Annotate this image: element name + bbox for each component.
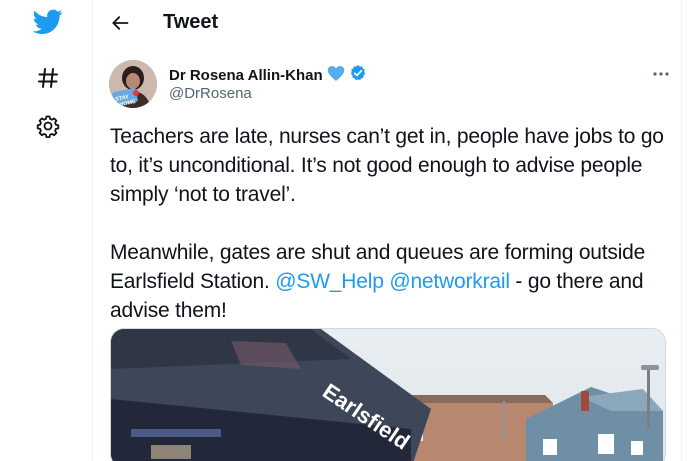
page-header: Tweet (93, 0, 683, 46)
gear-icon[interactable] (30, 108, 66, 144)
verified-badge-icon (349, 64, 367, 87)
left-navigation (0, 0, 92, 461)
tweet-text: Teachers are late, nurses can’t get in, … (110, 122, 678, 325)
hashtag-icon[interactable] (30, 60, 66, 96)
twitter-logo-icon[interactable] (30, 4, 66, 40)
tweet-column: Tweet STAY HOME Dr Rosena Allin-Khan @Dr… (92, 0, 682, 461)
back-button[interactable] (103, 6, 137, 40)
blue-heart-icon (327, 65, 345, 87)
name-row: Dr Rosena Allin-Khan (169, 64, 367, 87)
more-dots-icon (653, 72, 669, 76)
tweet-author: STAY HOME Dr Rosena Allin-Khan @DrRosena (109, 60, 669, 112)
page-title: Tweet (163, 11, 219, 33)
display-name[interactable]: Dr Rosena Allin-Khan (169, 67, 323, 84)
mention-link[interactable]: @networkrail (389, 270, 510, 293)
tweet-text-body: Teachers are late, nurses can’t get in, … (110, 125, 664, 293)
tweet-photo[interactable]: Earlsfield (110, 328, 666, 461)
more-options-button[interactable] (649, 62, 673, 86)
mention-link[interactable]: @SW_Help (275, 270, 384, 293)
arrow-left-icon (112, 16, 129, 30)
user-handle[interactable]: @DrRosena (169, 85, 252, 102)
avatar[interactable]: STAY HOME (109, 60, 157, 108)
